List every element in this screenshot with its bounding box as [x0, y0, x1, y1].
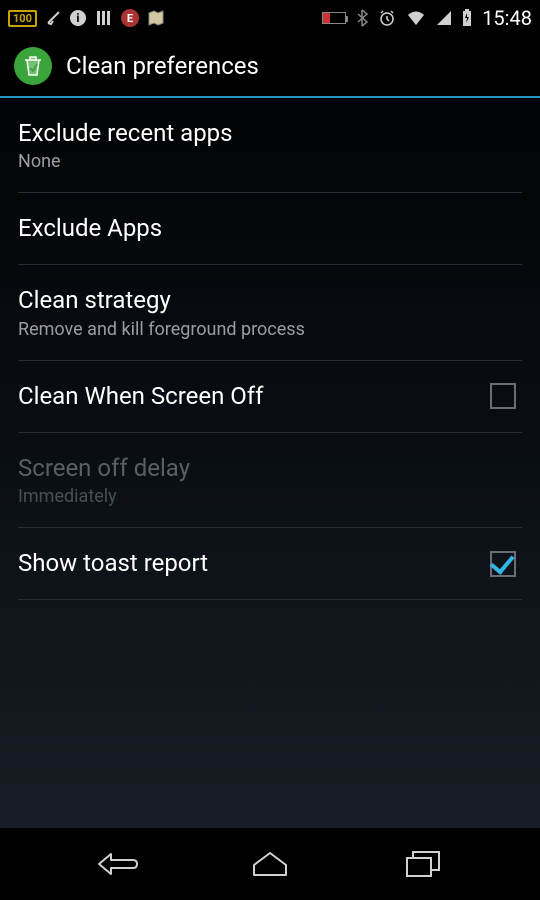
map-icon	[147, 9, 165, 27]
page-title: Clean preferences	[66, 52, 259, 80]
setting-screen-off-delay: Screen off delay Immediately	[18, 433, 522, 528]
trash-icon	[23, 55, 43, 77]
status-left-icons: 100 i E	[8, 9, 165, 27]
setting-subtitle: Immediately	[18, 486, 522, 507]
setting-title: Clean When Screen Off	[18, 381, 490, 412]
svg-text:i: i	[76, 11, 79, 25]
setting-title: Clean strategy	[18, 285, 522, 316]
recents-icon	[405, 850, 441, 878]
broom-icon	[45, 10, 61, 26]
setting-title: Show toast report	[18, 548, 490, 579]
bars-icon	[95, 9, 113, 27]
alarm-icon	[378, 9, 396, 27]
charging-battery-icon	[462, 9, 472, 27]
app-e-icon: E	[121, 9, 139, 27]
settings-list: Exclude recent apps None Exclude Apps Cl…	[0, 98, 540, 600]
status-right-icons: 15:48	[322, 6, 532, 30]
setting-exclude-apps[interactable]: Exclude Apps	[18, 193, 522, 265]
back-button[interactable]	[87, 844, 147, 884]
app-icon[interactable]	[14, 47, 52, 85]
setting-show-toast-report[interactable]: Show toast report	[18, 528, 522, 600]
home-button[interactable]	[240, 844, 300, 884]
setting-subtitle: None	[18, 151, 522, 172]
setting-clean-strategy[interactable]: Clean strategy Remove and kill foregroun…	[18, 265, 522, 360]
setting-subtitle: Remove and kill foreground process	[18, 319, 522, 340]
setting-clean-when-screen-off[interactable]: Clean When Screen Off	[18, 361, 522, 433]
checkbox-show-toast[interactable]	[490, 551, 516, 577]
home-icon	[250, 851, 290, 877]
setting-title: Exclude recent apps	[18, 118, 522, 149]
app-bar: Clean preferences	[0, 36, 540, 98]
info-icon: i	[69, 9, 87, 27]
checkbox-clean-screen-off[interactable]	[490, 383, 516, 409]
status-bar: 100 i E 15:48	[0, 0, 540, 36]
battery-percent-icon: 100	[8, 10, 37, 27]
setting-title: Exclude Apps	[18, 213, 522, 244]
setting-exclude-recent-apps[interactable]: Exclude recent apps None	[18, 98, 522, 193]
back-icon	[95, 850, 139, 878]
bluetooth-icon	[356, 9, 368, 27]
recents-button[interactable]	[393, 844, 453, 884]
navigation-bar	[0, 828, 540, 900]
wifi-icon	[406, 10, 426, 26]
signal-icon	[436, 10, 452, 26]
setting-title: Screen off delay	[18, 453, 522, 484]
status-time: 15:48	[482, 6, 532, 30]
small-battery-icon	[322, 12, 346, 24]
